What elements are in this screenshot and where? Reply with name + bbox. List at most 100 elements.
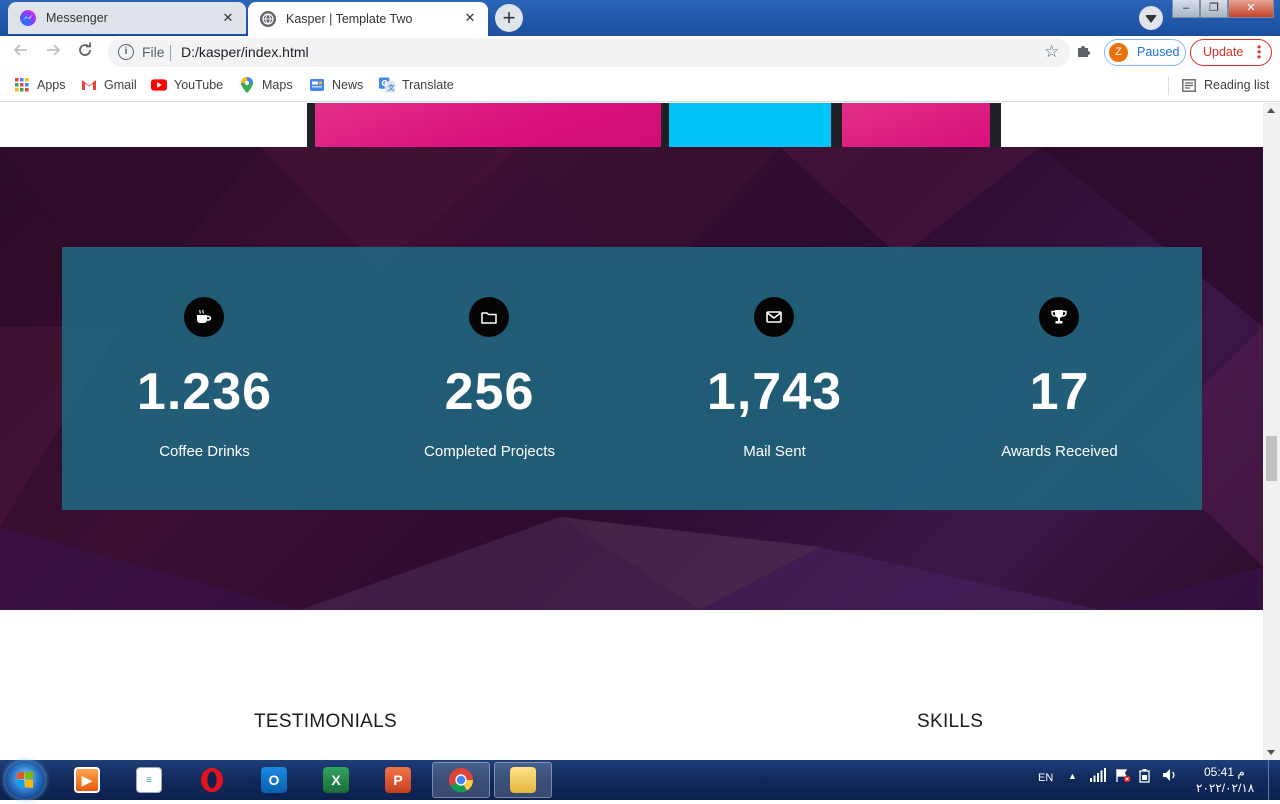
bookmark-news[interactable]: News (309, 76, 363, 94)
trophy-icon (1039, 297, 1079, 337)
profile-button[interactable]: Z Paused (1104, 39, 1186, 66)
youtube-icon (151, 77, 167, 93)
opera-icon (199, 767, 225, 793)
taskbar-outlook[interactable]: O (245, 762, 303, 798)
clock-time[interactable]: 05:41 م (1204, 765, 1245, 779)
language-indicator[interactable]: EN (1038, 772, 1053, 784)
svg-text:G: G (381, 79, 387, 88)
maps-icon (239, 77, 255, 93)
stat-label: Awards Received (1001, 443, 1118, 460)
file-explorer-icon (510, 767, 536, 793)
bookmark-translate[interactable]: G文 Translate (379, 76, 454, 94)
url-text[interactable]: D:/kasper/index.html (181, 44, 309, 60)
taskbar-chrome[interactable] (432, 762, 490, 798)
divider (1168, 77, 1169, 95)
reading-list-button[interactable]: Reading list (1181, 76, 1269, 94)
show-hidden-icons-icon[interactable]: ▲ (1068, 771, 1077, 781)
excel-icon: X (323, 767, 349, 793)
stat-mail-sent: 1,743 Mail Sent (632, 247, 917, 510)
bookmark-label: Maps (262, 78, 293, 92)
action-center-flag-icon[interactable] (1115, 768, 1131, 786)
stats-section: 1.236 Coffee Drinks 256 Completed Projec… (0, 147, 1263, 610)
reading-list-label: Reading list (1204, 78, 1270, 92)
coffee-icon (184, 297, 224, 337)
outlook-icon: O (261, 767, 287, 793)
clock-date[interactable]: ٢٠٢٢/٠٢/١٨ (1196, 781, 1254, 795)
arrow-right-icon (47, 44, 61, 56)
bookmark-apps[interactable]: Apps (14, 76, 66, 94)
chrome-icon (448, 767, 474, 793)
bookmark-youtube[interactable]: YouTube (151, 76, 223, 94)
taskbar-excel[interactable]: X (307, 762, 365, 798)
scheme-label: File (142, 44, 165, 60)
scroll-up-arrow-icon[interactable] (1267, 108, 1275, 113)
globe-icon (260, 11, 276, 27)
tab-title: Messenger (46, 11, 108, 25)
notepad-icon: ≡ (136, 767, 162, 793)
stat-value: 17 (1029, 363, 1090, 421)
close-icon[interactable]: ✕ (220, 10, 236, 26)
tab-search-button[interactable] (1139, 6, 1163, 30)
bookmark-star-icon[interactable]: ☆ (1044, 42, 1059, 62)
translate-icon: G文 (379, 77, 395, 93)
portfolio-tile[interactable] (315, 103, 661, 147)
restore-button[interactable]: ❐ (1200, 0, 1228, 18)
scrollbar-thumb[interactable] (1266, 436, 1277, 481)
network-signal-icon[interactable] (1090, 768, 1106, 785)
stat-value: 256 (444, 363, 535, 421)
new-tab-button[interactable]: + (495, 4, 523, 32)
skills-heading: SKILLS (917, 711, 984, 732)
browser-toolbar: i File D:/kasper/index.html ☆ Z Paused U… (0, 36, 1280, 69)
bookmark-label: News (332, 78, 364, 92)
address-bar[interactable]: i File D:/kasper/index.html ☆ (108, 38, 1070, 67)
scroll-down-arrow-icon[interactable] (1267, 750, 1275, 755)
media-player-icon: ▶ (74, 767, 100, 793)
portfolio-tile[interactable] (669, 103, 831, 147)
volume-icon[interactable] (1162, 768, 1178, 785)
update-button[interactable]: Update • • • (1190, 39, 1272, 66)
portfolio-strip (307, 103, 1001, 147)
tab-title: Kasper | Template Two (286, 12, 413, 26)
taskbar-file-explorer[interactable] (494, 762, 552, 798)
stat-coffee-drinks: 1.236 Coffee Drinks (62, 247, 347, 510)
folder-icon (469, 297, 509, 337)
taskbar-media-player[interactable]: ▶ (58, 762, 116, 798)
messenger-icon (20, 10, 36, 26)
tab-kasper[interactable]: Kasper | Template Two ✕ (248, 2, 488, 36)
reload-button[interactable] (74, 42, 96, 64)
page-scrollbar[interactable] (1263, 103, 1280, 760)
stat-value: 1,743 (706, 363, 843, 421)
reading-list-icon (1181, 77, 1197, 93)
svg-text:文: 文 (388, 83, 395, 92)
portfolio-tile[interactable] (842, 103, 990, 147)
close-icon[interactable]: ✕ (462, 10, 478, 26)
taskbar-powerpoint[interactable]: P (369, 762, 427, 798)
bookmark-label: YouTube (174, 78, 224, 92)
taskbar-opera[interactable] (183, 762, 241, 798)
taskbar-notepad[interactable]: ≡ (120, 762, 178, 798)
bookmark-gmail[interactable]: Gmail (81, 76, 137, 94)
divider (170, 45, 171, 61)
close-window-button[interactable]: ✕ (1228, 0, 1274, 18)
windows-logo-icon (17, 771, 33, 788)
reload-icon (79, 42, 91, 56)
testimonials-heading: TESTIMONIALS (254, 711, 397, 732)
bookmark-maps[interactable]: Maps (239, 76, 293, 94)
forward-button[interactable] (42, 42, 64, 64)
bookmarks-bar: Apps Gmail YouTube Maps News G文 Translat… (0, 69, 1280, 102)
stats-box: 1.236 Coffee Drinks 256 Completed Projec… (62, 247, 1202, 510)
back-button[interactable] (10, 42, 32, 64)
bookmark-label: Gmail (104, 78, 137, 92)
kebab-menu-icon[interactable]: • • • (1257, 41, 1261, 63)
extensions-puzzle-icon[interactable] (1076, 43, 1092, 63)
start-button[interactable] (5, 761, 45, 799)
news-icon (309, 77, 325, 93)
battery-icon[interactable] (1139, 769, 1151, 786)
site-info-icon[interactable]: i (118, 44, 134, 60)
tab-messenger[interactable]: Messenger ✕ (8, 2, 246, 34)
stat-label: Completed Projects (424, 443, 555, 460)
minimize-button[interactable]: – (1172, 0, 1200, 18)
show-desktop-button[interactable] (1268, 760, 1280, 800)
stat-label: Coffee Drinks (159, 443, 250, 460)
bookmark-label: Apps (37, 78, 66, 92)
